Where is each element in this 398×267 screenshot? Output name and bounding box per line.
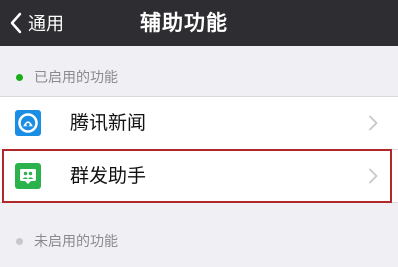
back-chevron-icon <box>4 0 28 46</box>
tencent-news-icon <box>15 110 41 136</box>
feature-row-tencent-news[interactable]: 腾讯新闻 <box>0 97 398 149</box>
back-label: 通用 <box>28 14 64 35</box>
feature-name: 腾讯新闻 <box>70 112 147 134</box>
chevron-right-icon <box>368 168 378 184</box>
enabled-section-header: 已启用的功能 <box>0 66 398 88</box>
enabled-status-dot-icon <box>16 73 23 81</box>
disabled-section-header: 未启用的功能 <box>0 230 398 252</box>
mass-message-assistant-icon <box>15 163 41 189</box>
enabled-section-label: 已启用的功能 <box>34 70 118 86</box>
feature-name: 群发助手 <box>70 165 147 187</box>
feature-row-mass-message-assistant[interactable]: 群发助手 <box>0 150 398 202</box>
chevron-right-icon <box>368 115 378 131</box>
navigation-bar: 通用 辅助功能 <box>0 0 398 46</box>
back-button[interactable]: 通用 <box>4 0 64 46</box>
page-title: 辅助功能 <box>140 11 228 35</box>
disabled-section-label: 未启用的功能 <box>34 234 118 250</box>
disabled-status-dot-icon <box>16 237 23 245</box>
divider <box>0 202 398 203</box>
